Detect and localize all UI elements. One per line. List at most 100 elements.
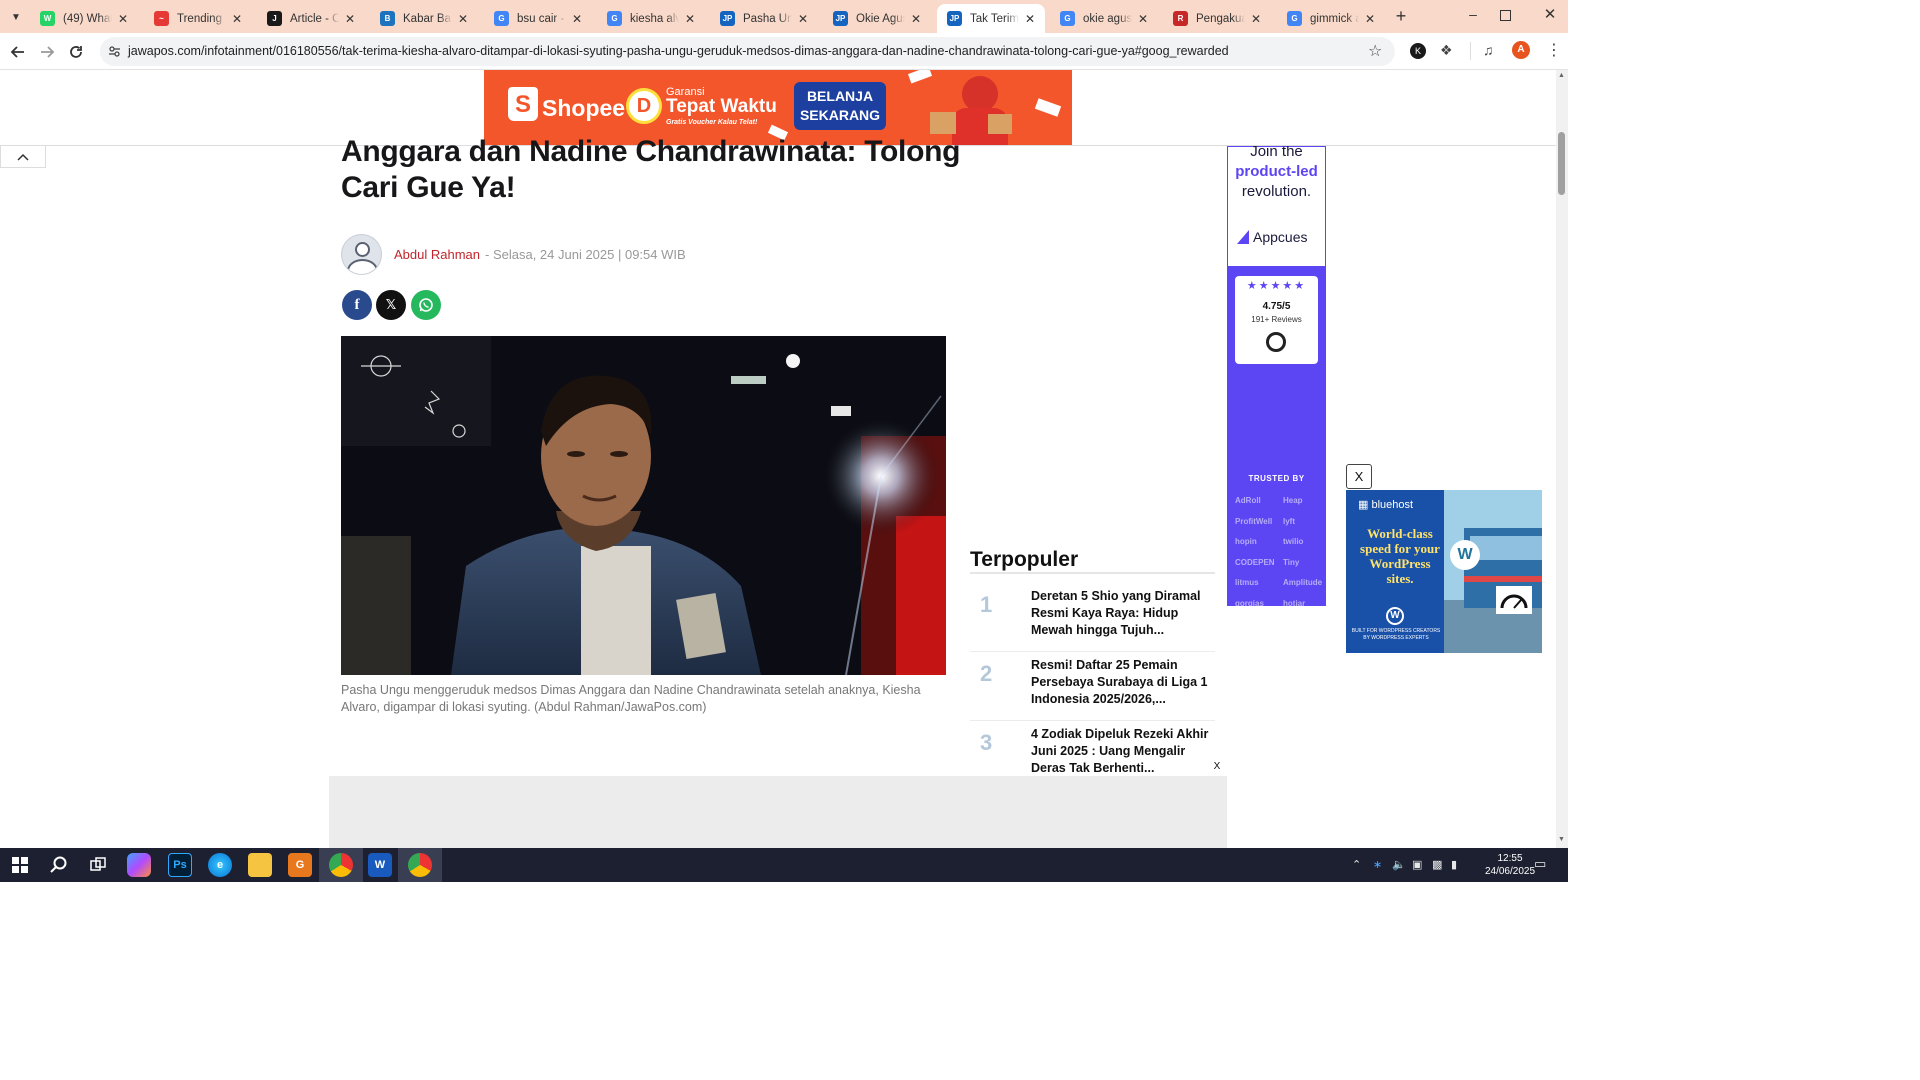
word-icon[interactable]: W bbox=[368, 853, 392, 877]
restore-button[interactable] bbox=[1500, 10, 1511, 21]
profile-avatar[interactable]: A bbox=[1512, 41, 1530, 59]
new-tab-button[interactable]: + bbox=[1391, 6, 1411, 26]
bookmark-icon: B bbox=[380, 11, 395, 26]
media-control-icon[interactable]: ♫ bbox=[1483, 42, 1494, 58]
browser-tab[interactable]: JP Okie Agustin ✕ bbox=[823, 4, 931, 33]
bottom-banner-ad[interactable] bbox=[329, 776, 1227, 848]
browser-tab[interactable]: Ggimmick ada ✕ bbox=[1277, 4, 1385, 33]
page-scrollbar[interactable]: ▲ ▼ bbox=[1556, 70, 1568, 848]
popular-title[interactable]: 4 Zodiak Dipeluk Rezeki Akhir Juni 2025 … bbox=[1031, 726, 1211, 777]
start-button[interactable] bbox=[8, 853, 32, 877]
close-tab-icon[interactable]: ✕ bbox=[1249, 12, 1263, 26]
popular-title[interactable]: Resmi! Daftar 25 Pemain Persebaya Suraba… bbox=[1031, 657, 1211, 708]
author-name-link[interactable]: Abdul Rahman bbox=[394, 247, 480, 262]
notification-icon[interactable]: ▭ bbox=[1534, 856, 1546, 872]
chrome-icon[interactable] bbox=[329, 853, 353, 877]
article-photo[interactable] bbox=[341, 336, 946, 675]
parcel-box-right bbox=[988, 114, 1012, 134]
jawapos-icon: J bbox=[267, 11, 282, 26]
author-avatar[interactable] bbox=[341, 233, 382, 275]
scroll-up-arrow-icon[interactable]: ▲ bbox=[1558, 72, 1565, 79]
web-page: S Shopee D Garansi Tepat Waktu Gratis Vo… bbox=[0, 70, 1556, 848]
close-tab-icon[interactable]: ✕ bbox=[683, 12, 697, 26]
security-icon[interactable]: ▮ bbox=[1451, 858, 1457, 871]
shop-now-cta[interactable]: BELANJA SEKARANG bbox=[794, 82, 886, 130]
close-tab-icon[interactable]: ✕ bbox=[1023, 12, 1037, 26]
close-tab-icon[interactable]: ✕ bbox=[1363, 12, 1377, 26]
chevron-up-icon bbox=[17, 153, 29, 161]
browser-menu-icon[interactable]: ⋮ bbox=[1546, 40, 1562, 60]
browser-tab[interactable]: Gokie agustina ✕ bbox=[1050, 4, 1158, 33]
browser-tab[interactable]: ~ Trending Now ✕ bbox=[144, 4, 252, 33]
back-button[interactable] bbox=[5, 39, 31, 65]
site-settings-icon[interactable] bbox=[108, 45, 121, 58]
share-x-button[interactable]: 𝕏 bbox=[376, 290, 406, 320]
close-bottom-ad-button[interactable]: X bbox=[1208, 758, 1226, 776]
trusted-logo: gorgias bbox=[1235, 598, 1264, 607]
share-facebook-button[interactable]: f bbox=[342, 290, 372, 320]
minimize-button[interactable]: – bbox=[1462, 6, 1484, 26]
browser-tab[interactable]: Gbsu cair - Go ✕ bbox=[484, 4, 592, 33]
browser-tab[interactable]: W (49) WhatsApp ✕ bbox=[30, 4, 138, 33]
tab-title: (49) WhatsApp bbox=[63, 12, 112, 25]
browser-tab[interactable]: J Article - CMS ✕ bbox=[257, 4, 365, 33]
display-icon[interactable]: ▩ bbox=[1432, 858, 1442, 871]
tab-title: gimmick ada bbox=[1310, 12, 1359, 25]
scroll-down-arrow-icon[interactable]: ▼ bbox=[1558, 836, 1565, 843]
browser-tab[interactable]: JP Tak Terima K ✕ bbox=[937, 4, 1045, 33]
toolbar-divider bbox=[1470, 42, 1471, 60]
extension-k-icon[interactable]: K bbox=[1410, 43, 1426, 59]
copilot-icon[interactable] bbox=[127, 853, 151, 877]
browser-tab[interactable]: JP Pasha Ungu ✕ bbox=[710, 4, 818, 33]
network-icon[interactable]: ▣ bbox=[1412, 858, 1422, 871]
voucher-label: Gratis Voucher Kalau Telat! bbox=[666, 119, 758, 126]
browser-tab[interactable]: R Pengakuan C ✕ bbox=[1163, 4, 1271, 33]
share-whatsapp-button[interactable] bbox=[411, 290, 441, 320]
address-bar[interactable]: jawapos.com/infotainment/016180556/tak-t… bbox=[100, 37, 1395, 66]
url-text: jawapos.com/infotainment/016180556/tak-t… bbox=[128, 44, 1229, 58]
search-icon bbox=[50, 856, 67, 873]
forward-button[interactable] bbox=[34, 39, 60, 65]
tab-title: bsu cair - Go bbox=[517, 12, 566, 25]
bluehost-ad[interactable]: ▦ bluehost World-class speed for your Wo… bbox=[1346, 490, 1542, 653]
close-tab-icon[interactable]: ✕ bbox=[116, 12, 130, 26]
appcues-sidebar-ad[interactable]: Join the product-led revolution. Appcues… bbox=[1227, 146, 1326, 606]
search-button[interactable] bbox=[47, 853, 71, 877]
close-tab-icon[interactable]: ✕ bbox=[230, 12, 244, 26]
bookmark-star-icon[interactable]: ☆ bbox=[1368, 41, 1382, 61]
app-orange-icon[interactable]: G bbox=[288, 853, 312, 877]
close-tab-icon[interactable]: ✕ bbox=[1136, 12, 1150, 26]
close-tab-icon[interactable]: ✕ bbox=[343, 12, 357, 26]
browser-tab[interactable]: Gkiesha alvaro ✕ bbox=[597, 4, 705, 33]
jawapos-icon: JP bbox=[947, 11, 962, 26]
bluetooth-icon[interactable]: ∗ bbox=[1373, 858, 1382, 871]
speaker-icon[interactable]: 🔈 bbox=[1392, 858, 1406, 871]
file-explorer-icon[interactable] bbox=[248, 853, 272, 877]
x-twitter-icon: 𝕏 bbox=[385, 297, 397, 312]
tab-search-button[interactable]: ▼ bbox=[6, 8, 26, 26]
news-icon: R bbox=[1173, 11, 1188, 26]
voucher-ticket-1 bbox=[907, 70, 933, 84]
tray-overflow-icon[interactable]: ⌃ bbox=[1352, 858, 1361, 871]
popular-item[interactable]: 1 Deretan 5 Shio yang Diramal Resmi Kaya … bbox=[970, 588, 1215, 652]
scrollbar-thumb[interactable] bbox=[1558, 132, 1565, 195]
close-tab-icon[interactable]: ✕ bbox=[796, 12, 810, 26]
browser-tab[interactable]: B Kabar Baik, B ✕ bbox=[370, 4, 478, 33]
close-tab-icon[interactable]: ✕ bbox=[570, 12, 584, 26]
reload-button[interactable] bbox=[63, 39, 89, 65]
close-tab-icon[interactable]: ✕ bbox=[909, 12, 923, 26]
extensions-puzzle-icon[interactable]: ❖ bbox=[1440, 42, 1453, 59]
appcues-line-2: product-led bbox=[1235, 163, 1318, 180]
close-window-button[interactable]: ✕ bbox=[1540, 5, 1560, 25]
trusted-logo: twilio bbox=[1283, 537, 1304, 546]
chrome-profile-icon[interactable] bbox=[408, 853, 432, 877]
photoshop-icon[interactable]: Ps bbox=[168, 853, 192, 877]
trusted-logo: Amplitude bbox=[1283, 578, 1323, 587]
popular-title[interactable]: Deretan 5 Shio yang Diramal Resmi Kaya R… bbox=[1031, 588, 1211, 639]
collapse-header-button[interactable] bbox=[0, 146, 46, 168]
close-ad-button[interactable]: X bbox=[1346, 464, 1372, 489]
edge-icon[interactable]: e bbox=[208, 853, 232, 877]
close-tab-icon[interactable]: ✕ bbox=[456, 12, 470, 26]
popular-item[interactable]: 2 Resmi! Daftar 25 Pemain Persebaya Surab… bbox=[970, 657, 1215, 721]
task-view-button[interactable] bbox=[86, 853, 110, 877]
